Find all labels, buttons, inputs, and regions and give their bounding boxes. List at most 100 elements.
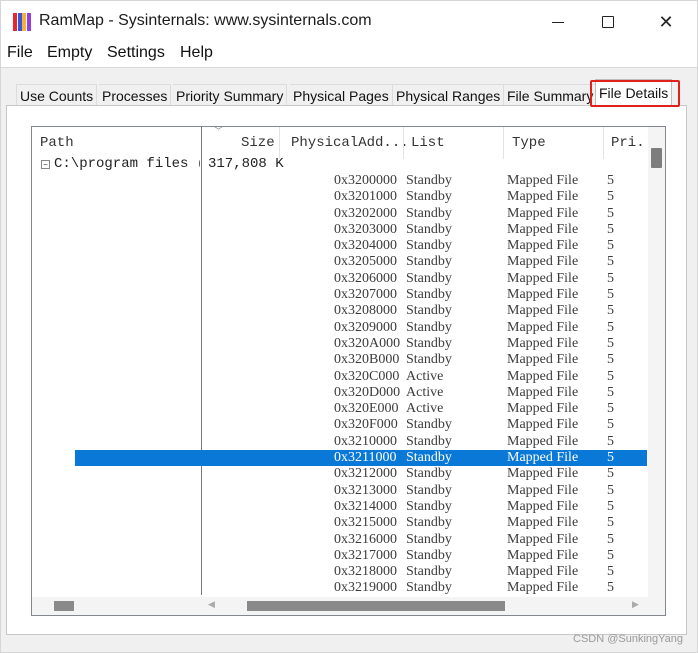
- cell-list: Standby: [406, 205, 452, 221]
- cell-list: Standby: [406, 352, 452, 368]
- vertical-scrollbar[interactable]: [648, 127, 665, 597]
- minimize-button[interactable]: [535, 7, 581, 37]
- table-row[interactable]: 0x3215000 Standby Mapped File 5: [32, 515, 648, 531]
- tree-node-path[interactable]: C:\program files (x8: [54, 156, 200, 172]
- table-row[interactable]: 0x3206000 Standby Mapped File 5: [32, 271, 648, 287]
- cell-type: Mapped File: [507, 531, 579, 547]
- horizontal-scroll-thumb[interactable]: [247, 601, 505, 611]
- column-separator[interactable]: [603, 127, 604, 159]
- cell-physical-address: 0x320E000: [334, 401, 399, 417]
- cell-priority: 5: [607, 287, 614, 303]
- table-row[interactable]: 0x3204000 Standby Mapped File 5: [32, 238, 648, 254]
- table-row[interactable]: 0x3217000 Standby Mapped File 5: [32, 548, 648, 564]
- cell-priority: 5: [607, 547, 614, 563]
- column-separator[interactable]: [403, 127, 404, 159]
- cell-physical-address: 0x3205000: [334, 254, 397, 270]
- maximize-icon: [602, 16, 614, 28]
- column-separator[interactable]: [503, 127, 504, 159]
- table-row[interactable]: 0x3208000 Standby Mapped File 5: [32, 303, 648, 319]
- table-row[interactable]: 0x320C000 Active Mapped File 5: [32, 369, 648, 385]
- table-row[interactable]: 0x3212000 Standby Mapped File 5: [32, 466, 648, 482]
- menu-help[interactable]: Help: [180, 43, 213, 63]
- table-row[interactable]: 0x3216000 Standby Mapped File 5: [32, 532, 648, 548]
- cell-list: Standby: [406, 287, 452, 303]
- cell-priority: 5: [607, 221, 614, 237]
- cell-list: Standby: [406, 417, 452, 433]
- rammap-window: RamMap - Sysinternals: www.sysinternals.…: [0, 0, 698, 653]
- table-row[interactable]: 0x3210000 Standby Mapped File 5: [32, 434, 648, 450]
- cell-priority: 5: [607, 368, 614, 384]
- cell-type: Mapped File: [507, 498, 579, 514]
- watermark: CSDN @SunkingYang: [573, 633, 684, 645]
- cell-priority: 5: [607, 580, 614, 596]
- column-separator[interactable]: [279, 127, 280, 159]
- cell-list: Standby: [406, 270, 452, 286]
- cell-priority: 5: [607, 254, 614, 270]
- column-header-size[interactable]: Size: [241, 132, 275, 154]
- cell-type: Mapped File: [507, 580, 579, 596]
- table-row[interactable]: 0x3201000 Standby Mapped File 5: [32, 189, 648, 205]
- table-row[interactable]: 0x3219000 Standby Mapped File 5: [32, 580, 648, 596]
- table-row[interactable]: 0x320F000 Standby Mapped File 5: [32, 417, 648, 433]
- tab-file-summary[interactable]: File Summary: [504, 84, 598, 107]
- scroll-right-icon[interactable]: ▶: [632, 599, 639, 610]
- table-row[interactable]: 0x3213000 Standby Mapped File 5: [32, 483, 648, 499]
- tab-use-counts[interactable]: Use Counts: [16, 84, 98, 107]
- cell-type: Mapped File: [507, 547, 579, 563]
- table-row[interactable]: 0x3209000 Standby Mapped File 5: [32, 320, 648, 336]
- rammap-app-icon: [13, 13, 31, 31]
- table-row[interactable]: 0x3203000 Standby Mapped File 5: [32, 222, 648, 238]
- cell-priority: 5: [607, 173, 614, 188]
- cell-physical-address: 0x3209000: [334, 319, 397, 335]
- menu-settings[interactable]: Settings: [107, 43, 165, 63]
- table-row[interactable]: 0x3200000 Standby Mapped File 5: [32, 173, 648, 189]
- tab-physical-ranges[interactable]: Physical Ranges: [393, 84, 505, 107]
- cell-physical-address: 0x3219000: [334, 580, 397, 596]
- tab-processes[interactable]: Processes: [99, 84, 172, 107]
- column-header-path[interactable]: Path: [40, 132, 74, 154]
- collapse-icon[interactable]: −: [41, 160, 50, 169]
- cell-physical-address: 0x3206000: [334, 270, 397, 286]
- column-header-priority[interactable]: Pri..: [611, 132, 653, 154]
- tab-priority-summary[interactable]: Priority Summary: [173, 84, 288, 107]
- menu-file[interactable]: File: [7, 43, 33, 63]
- table-row[interactable]: 0x3205000 Standby Mapped File 5: [32, 254, 648, 270]
- cell-type: Mapped File: [507, 384, 579, 400]
- table-row[interactable]: 0x320A000 Standby Mapped File 5: [32, 336, 648, 352]
- column-header-list[interactable]: List: [411, 132, 445, 154]
- column-header-type[interactable]: Type: [512, 132, 546, 154]
- close-button[interactable]: ✕: [643, 7, 689, 37]
- menu-empty[interactable]: Empty: [47, 43, 92, 63]
- cell-priority: 5: [607, 498, 614, 514]
- table-row[interactable]: 0x320B000 Standby Mapped File 5: [32, 352, 648, 368]
- cell-priority: 5: [607, 401, 614, 417]
- table-row[interactable]: 0x320D000 Active Mapped File 5: [32, 385, 648, 401]
- table-row[interactable]: 0x3218000 Standby Mapped File 5: [32, 564, 648, 580]
- cell-physical-address: 0x3200000: [334, 173, 397, 188]
- vertical-scroll-thumb[interactable]: [651, 148, 662, 168]
- horizontal-scrollbar[interactable]: ◀ ▶: [32, 597, 665, 615]
- table-row[interactable]: 0x3214000 Standby Mapped File 5: [32, 499, 648, 515]
- table-row[interactable]: 0x320E000 Active Mapped File 5: [32, 401, 648, 417]
- cell-physical-address: 0x320C000: [334, 368, 400, 384]
- scroll-left-icon[interactable]: ◀: [208, 599, 215, 610]
- cell-physical-address: 0x3210000: [334, 433, 397, 449]
- column-header-physical-address[interactable]: PhysicalAdd...: [291, 132, 409, 154]
- cell-priority: 5: [607, 450, 614, 466]
- minimize-icon: [552, 22, 564, 23]
- cell-priority: 5: [607, 433, 614, 449]
- table-row-selected[interactable]: 0x3211000 Standby Mapped File 5: [32, 450, 648, 467]
- maximize-button[interactable]: [585, 7, 631, 37]
- path-scroll-thumb[interactable]: [54, 601, 74, 611]
- file-details-list[interactable]: ﹀ Path Size PhysicalAdd... List Type Pri…: [31, 126, 666, 616]
- cell-type: Mapped File: [507, 319, 579, 335]
- cell-physical-address: 0x3203000: [334, 221, 397, 237]
- cell-physical-address: 0x320F000: [334, 417, 398, 433]
- table-row[interactable]: 0x3207000 Standby Mapped File 5: [32, 287, 648, 303]
- table-row[interactable]: 0x3202000 Standby Mapped File 5: [32, 206, 648, 222]
- cell-physical-address: 0x3204000: [334, 238, 397, 254]
- cell-list: Standby: [406, 450, 452, 466]
- cell-list: Active: [406, 368, 444, 384]
- tab-physical-pages[interactable]: Physical Pages: [290, 84, 393, 107]
- annotation-highlight-box: [590, 80, 680, 107]
